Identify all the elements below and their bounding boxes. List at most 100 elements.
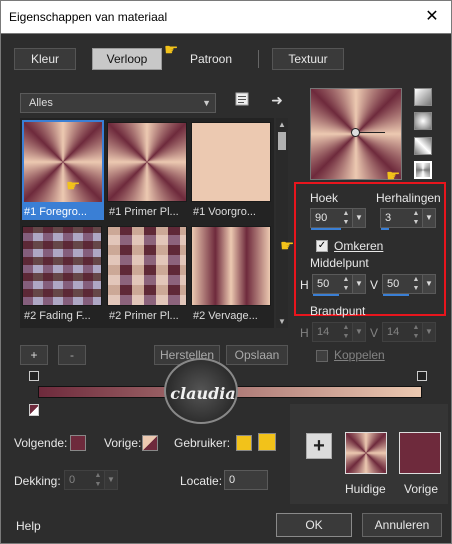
hoek-value: 90 bbox=[315, 212, 328, 224]
gradient-label: #1 Foregro... bbox=[22, 204, 104, 220]
gradient-label: #2 Vervage... bbox=[193, 310, 258, 322]
gebruiker-swatch-large[interactable] bbox=[258, 433, 276, 451]
add-to-swatches-button[interactable]: + bbox=[306, 433, 332, 459]
gradient-label: #1 Voorgro... bbox=[193, 206, 256, 218]
spinner-icon[interactable]: ▲ ▼ bbox=[341, 275, 351, 293]
help-link[interactable]: Help bbox=[16, 519, 41, 533]
bh-value: 14 bbox=[317, 326, 330, 338]
v-label: V bbox=[370, 278, 379, 292]
save-button[interactable]: Opslaan bbox=[226, 345, 288, 365]
ok-button[interactable]: OK bbox=[276, 513, 352, 537]
dekking-input[interactable]: 0 ▲ ▼ ▼ bbox=[64, 470, 118, 490]
pointer-hand-icon: ☛ bbox=[280, 238, 295, 255]
chevron-down-icon[interactable]: ▼ bbox=[422, 209, 435, 227]
remove-stop-button[interactable]: - bbox=[58, 345, 86, 365]
omkeren-checkbox[interactable]: ✓ bbox=[316, 240, 328, 252]
watermark-logo: claudia bbox=[164, 358, 238, 424]
gradient-item[interactable]: #1 Voorgro... bbox=[191, 122, 273, 220]
dekking-label: Dekking: bbox=[14, 474, 61, 488]
library-list-icon[interactable] bbox=[233, 91, 251, 109]
pointer-hand-icon: ☛ bbox=[66, 178, 81, 195]
brandpunt-v-input[interactable]: 14 ▲ ▼ ▼ bbox=[382, 322, 436, 342]
herhalingen-label: Herhalingen bbox=[376, 191, 441, 205]
v-slider[interactable] bbox=[383, 294, 409, 296]
tab-textuur[interactable]: Textuur bbox=[272, 48, 344, 70]
style-radial-button[interactable] bbox=[414, 112, 432, 130]
spinner-icon[interactable]: ▲ ▼ bbox=[411, 323, 421, 341]
add-stop-button[interactable]: + bbox=[20, 345, 48, 365]
previous-material-preview[interactable] bbox=[399, 432, 441, 474]
opacity-stop-right[interactable] bbox=[417, 371, 427, 381]
current-material-preview bbox=[345, 432, 387, 474]
middelpunt-h-input[interactable]: 50 ▲ ▼ ▼ bbox=[312, 274, 366, 296]
chevron-down-icon[interactable]: ▼ bbox=[422, 275, 435, 293]
gradient-item[interactable]: #1 Primer Pl... bbox=[107, 122, 189, 220]
vorige-label: Vorige: bbox=[104, 436, 142, 450]
gradient-thumbnail bbox=[191, 226, 271, 306]
style-rectangular-button[interactable] bbox=[414, 137, 432, 155]
chevron-down-icon[interactable]: ▼ bbox=[104, 471, 117, 489]
chevron-down-icon[interactable]: ▼ bbox=[352, 275, 365, 293]
vorige-small-swatch[interactable] bbox=[142, 435, 158, 451]
tab-verloop[interactable]: Verloop bbox=[92, 48, 162, 70]
category-dropdown[interactable]: Alles ▼ bbox=[20, 93, 216, 113]
tab-patroon[interactable]: Patroon bbox=[180, 48, 242, 70]
hoek-label: Hoek bbox=[310, 191, 339, 205]
brandpunt-label: Brandpunt bbox=[310, 304, 366, 318]
huidige-label: Huidige bbox=[345, 482, 386, 496]
middelpunt-v-input[interactable]: 50 ▲ ▼ ▼ bbox=[382, 274, 436, 296]
gradient-label: #2 Fading F... bbox=[24, 310, 91, 322]
gradient-label: #1 Primer Pl... bbox=[109, 206, 179, 218]
h-slider[interactable] bbox=[313, 294, 339, 296]
gebruiker-label: Gebruiker: bbox=[174, 436, 231, 450]
center-handle-icon[interactable] bbox=[351, 128, 360, 137]
gradient-item[interactable]: #1 Foregro... bbox=[22, 120, 104, 220]
opacity-stop-left[interactable] bbox=[29, 371, 39, 381]
gradient-thumbnail bbox=[22, 120, 104, 204]
dekking-value: 0 bbox=[69, 474, 76, 486]
herhalingen-value: 3 bbox=[385, 212, 392, 224]
chevron-down-icon: ▼ bbox=[202, 98, 211, 108]
scroll-up-icon[interactable]: ▲ bbox=[276, 120, 288, 129]
spinner-icon[interactable]: ▲ ▼ bbox=[341, 209, 351, 227]
omkeren-label: Omkeren bbox=[334, 239, 384, 253]
volgende-swatch[interactable] bbox=[70, 435, 86, 451]
tab-kleur[interactable]: Kleur bbox=[14, 48, 76, 70]
spinner-icon[interactable]: ▲ ▼ bbox=[341, 323, 351, 341]
h-value: 50 bbox=[317, 278, 330, 290]
library-scrollbar[interactable]: ▲ ▼ bbox=[276, 118, 288, 328]
gradient-thumbnail bbox=[107, 122, 187, 202]
tab-divider bbox=[258, 50, 259, 68]
hoek-slider[interactable] bbox=[311, 228, 341, 230]
gradient-thumbnail bbox=[22, 226, 102, 306]
herhalingen-input[interactable]: 3 ▲ ▼ ▼ bbox=[380, 208, 436, 230]
bv-value: 14 bbox=[387, 326, 400, 338]
spinner-icon[interactable]: ▲ ▼ bbox=[411, 209, 421, 227]
color-stop-left[interactable] bbox=[29, 404, 39, 416]
brandpunt-h-input[interactable]: 14 ▲ ▼ ▼ bbox=[312, 322, 366, 342]
style-sunburst-button[interactable] bbox=[414, 161, 432, 179]
chevron-down-icon[interactable]: ▼ bbox=[422, 323, 435, 341]
spinner-icon[interactable]: ▲ ▼ bbox=[411, 275, 421, 293]
gradient-item[interactable]: #2 Vervage... bbox=[191, 226, 273, 324]
herhalingen-slider[interactable] bbox=[381, 228, 389, 230]
chevron-down-icon[interactable]: ▼ bbox=[352, 323, 365, 341]
style-linear-button[interactable] bbox=[414, 88, 432, 106]
vorige-swatch-label: Vorige bbox=[404, 482, 439, 496]
chevron-down-icon[interactable]: ▼ bbox=[352, 209, 365, 227]
spinner-icon[interactable]: ▲ ▼ bbox=[93, 471, 103, 489]
scrollbar-thumb[interactable] bbox=[278, 132, 286, 150]
koppelen-label: Koppelen bbox=[334, 348, 385, 362]
gradient-thumbnail bbox=[191, 122, 271, 202]
scroll-down-icon[interactable]: ▼ bbox=[276, 317, 288, 326]
locatie-input[interactable]: 0 bbox=[224, 470, 268, 490]
gebruiker-swatch[interactable] bbox=[236, 435, 252, 451]
close-icon[interactable]: ✕ bbox=[419, 6, 445, 28]
arrow-right-icon[interactable]: ➜ bbox=[268, 92, 286, 110]
hoek-input[interactable]: 90 ▲ ▼ ▼ bbox=[310, 208, 366, 230]
koppelen-checkbox[interactable] bbox=[316, 350, 328, 362]
gradient-item[interactable]: #2 Fading F... bbox=[22, 226, 104, 324]
h-label: H bbox=[300, 278, 309, 292]
gradient-item[interactable]: #2 Primer Pl... bbox=[107, 226, 189, 324]
cancel-button[interactable]: Annuleren bbox=[362, 513, 442, 537]
